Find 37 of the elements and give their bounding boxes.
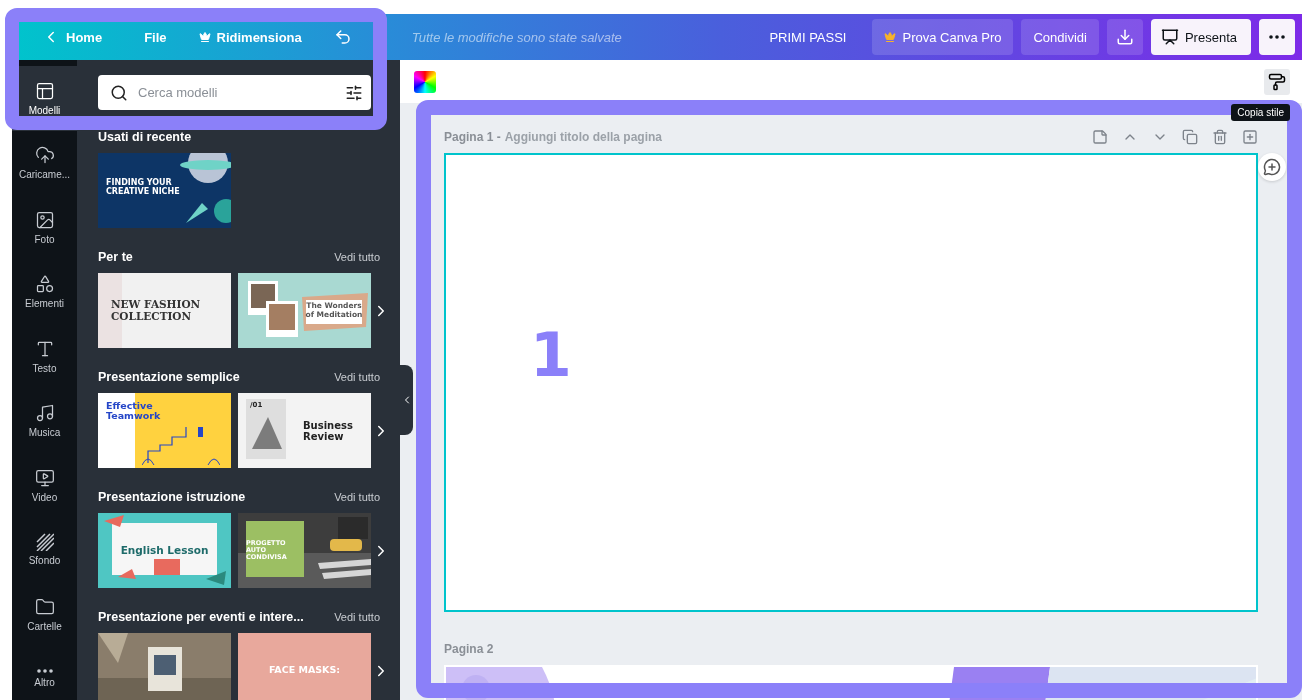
- share-button[interactable]: Condividi: [1021, 19, 1099, 55]
- see-all-link[interactable]: Vedi tutto: [334, 611, 380, 623]
- see-all-link[interactable]: Vedi tutto: [334, 371, 380, 383]
- see-all-link[interactable]: Vedi tutto: [334, 251, 380, 263]
- try-pro-button[interactable]: Prova Canva Pro: [872, 19, 1014, 55]
- sidebar-tab[interactable]: Caricame...: [12, 130, 77, 195]
- page-label: Pagina 1 -: [444, 130, 501, 144]
- template-title: English Lesson: [120, 544, 209, 557]
- template-thumbnail[interactable]: English Lesson: [98, 513, 231, 588]
- getting-started-link[interactable]: PRIMI PASSI: [757, 19, 859, 55]
- section-title: Presentazione semplice: [98, 370, 240, 384]
- template-title: FACE MASKS:: [268, 665, 341, 676]
- section-title: Presentazione per eventi e intere...: [98, 610, 304, 624]
- search-field[interactable]: Cerca modelli: [98, 75, 371, 110]
- sidebar-tab[interactable]: Sfondo: [12, 517, 77, 582]
- template-title: NEW FASHION COLLECTION: [110, 298, 202, 323]
- sidebar-tab[interactable]: Altro: [12, 646, 77, 700]
- sidebar-tab[interactable]: Musica: [12, 388, 77, 453]
- sidebar-tab[interactable]: Elementi: [12, 259, 77, 324]
- present-button[interactable]: Presenta: [1150, 19, 1251, 55]
- template-thumbnail[interactable]: NEW FASHION COLLECTION: [98, 273, 231, 348]
- page-title-field[interactable]: Aggiungi titolo della pagina: [504, 130, 705, 144]
- section-title: Usati di recente: [98, 130, 192, 144]
- see-all-link[interactable]: Vedi tutto: [334, 491, 380, 503]
- template-title: FINDING YOUR CREATIVE NICHE: [106, 177, 181, 197]
- sidebar-tab[interactable]: Cartelle: [12, 582, 77, 647]
- page-label: Pagina 2: [444, 642, 494, 656]
- sidebar-tab[interactable]: Testo: [12, 324, 77, 389]
- template-thumbnail[interactable]: FINDING YOUR CREATIVE NICHE: [98, 153, 231, 228]
- tooltip: Copia stile: [1231, 104, 1290, 121]
- sidebar-tab[interactable]: Foto: [12, 195, 77, 260]
- template-title: Business Review: [303, 419, 354, 442]
- sidebar-tab[interactable]: Video: [12, 453, 77, 518]
- save-status: Tutte le modifiche sono state salvate: [411, 29, 622, 45]
- section-title: Presentazione istruzione: [98, 490, 246, 504]
- annotation-number: 1: [530, 320, 572, 390]
- section-title: Per te: [98, 250, 133, 264]
